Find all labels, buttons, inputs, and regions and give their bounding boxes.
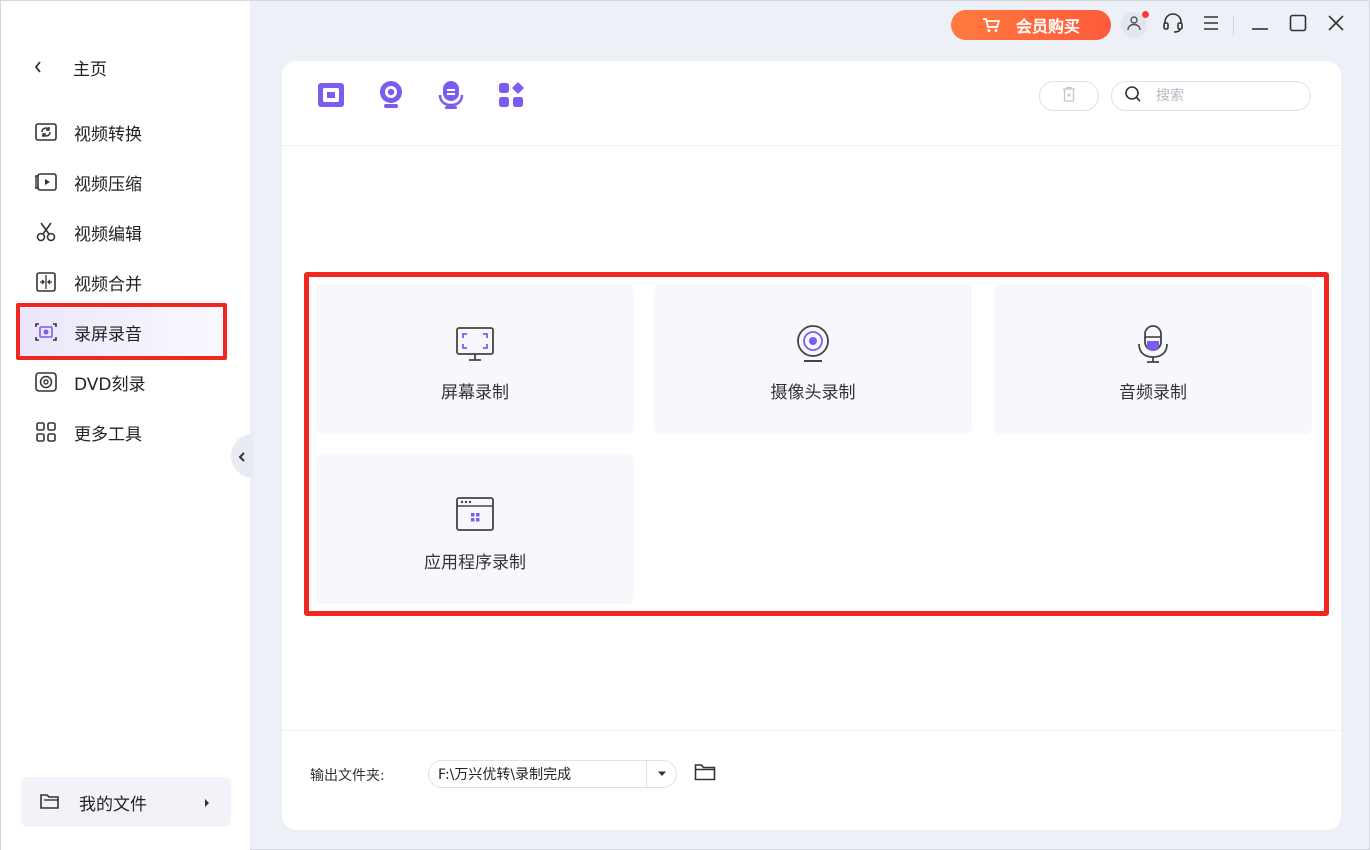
sidebar-item-label: 录屏录音 [74,324,142,345]
screen-record-icon [316,81,346,113]
dropdown-button[interactable] [646,761,676,787]
chevron-left-icon [31,61,45,73]
tab-webcam-record[interactable] [376,80,406,114]
my-files-label: 我的文件 [79,794,147,815]
home-link[interactable]: 主页 [31,53,107,81]
sidebar: 主页 视频转换 视频压缩 视频编辑 视频合并 录屏录音 DVD刻录 更多工具 我… [1,1,250,850]
scissors-icon [34,220,58,244]
apps-icon [497,81,525,113]
close-button[interactable] [1323,12,1349,38]
search-icon [1124,85,1142,107]
chevron-down-icon [657,771,666,776]
app-record-card[interactable]: 应用程序录制 [316,454,634,604]
output-path-value: F:\万兴优转\录制完成 [438,767,572,783]
cart-icon [982,17,1000,33]
tab-screen-record[interactable] [316,82,346,112]
vip-label: 会员购买 [1015,17,1080,36]
minimize-button[interactable] [1247,12,1273,38]
tab-app-record[interactable] [496,82,526,112]
video-merge-icon [34,270,58,294]
screen-record-icon [34,320,58,344]
sidebar-item-label: 视频编辑 [74,224,142,245]
headset-icon [1162,12,1184,38]
toolbar-divider [282,145,1341,146]
dvd-icon [34,370,58,394]
card-label: 摄像头录制 [770,383,856,403]
app-window-icon [455,494,495,534]
delete-button[interactable] [1039,81,1099,111]
chevron-left-icon [238,447,246,466]
microphone-icon [438,80,464,114]
webcam-record-card[interactable]: 摄像头录制 [654,284,972,434]
maximize-button[interactable] [1285,12,1311,38]
sidebar-item-label: 视频合并 [74,274,142,295]
sidebar-item-video-compress[interactable]: 视频压缩 [19,158,225,206]
card-label: 音频录制 [1119,383,1187,403]
video-compress-icon [34,170,58,194]
microphone-icon [1133,324,1173,364]
monitor-icon [455,324,495,364]
notification-dot [1142,11,1149,18]
user-icon [1126,15,1142,35]
app-window: 主页 视频转换 视频压缩 视频编辑 视频合并 录屏录音 DVD刻录 更多工具 我… [0,0,1370,850]
close-icon [1327,14,1345,36]
sidebar-item-video-convert[interactable]: 视频转换 [19,108,225,156]
sidebar-item-video-merge[interactable]: 视频合并 [19,258,225,306]
home-label: 主页 [73,59,107,80]
support-button[interactable] [1160,12,1186,38]
menu-icon [1202,15,1220,35]
sidebar-item-label: DVD刻录 [74,374,146,395]
webcam-icon [793,324,833,364]
chevron-right-icon [203,794,211,814]
maximize-icon [1289,14,1307,36]
minimize-icon [1251,16,1269,35]
search-input[interactable] [1156,88,1296,104]
menu-button[interactable] [1198,12,1224,38]
card-label: 屏幕录制 [441,383,509,403]
sidebar-item-video-edit[interactable]: 视频编辑 [19,208,225,256]
main-panel: 屏幕录制 摄像头录制 音频录制 应用程序录制 输出文件夹: F:\万兴优转\录制… [282,61,1341,830]
vip-purchase-button[interactable]: 会员购买 [951,10,1111,40]
sidebar-item-label: 更多工具 [74,424,142,445]
titlebar-separator [1233,15,1234,35]
audio-record-card[interactable]: 音频录制 [994,284,1312,434]
sidebar-item-label: 视频压缩 [74,174,142,195]
output-path-select[interactable]: F:\万兴优转\录制完成 [428,760,677,788]
tab-audio-record[interactable] [436,80,466,114]
webcam-icon [377,80,405,114]
sidebar-item-screen-record[interactable]: 录屏录音 [19,308,225,356]
card-label: 应用程序录制 [424,553,526,573]
output-folder-label: 输出文件夹: [310,768,385,784]
folder-icon [694,763,716,785]
my-files-button[interactable]: 我的文件 [21,777,231,827]
grid-tools-icon [34,420,58,444]
sidebar-item-more-tools[interactable]: 更多工具 [19,408,225,456]
folder-open-icon [39,791,61,813]
video-convert-icon [34,120,58,144]
search-box [1111,81,1311,111]
sidebar-item-dvd-burn[interactable]: DVD刻录 [19,358,225,406]
screen-record-card[interactable]: 屏幕录制 [316,284,634,434]
sidebar-item-label: 视频转换 [74,124,142,145]
footer-divider [282,730,1341,731]
open-folder-button[interactable] [693,763,717,785]
user-avatar[interactable] [1121,11,1149,38]
trash-icon [1062,86,1076,106]
